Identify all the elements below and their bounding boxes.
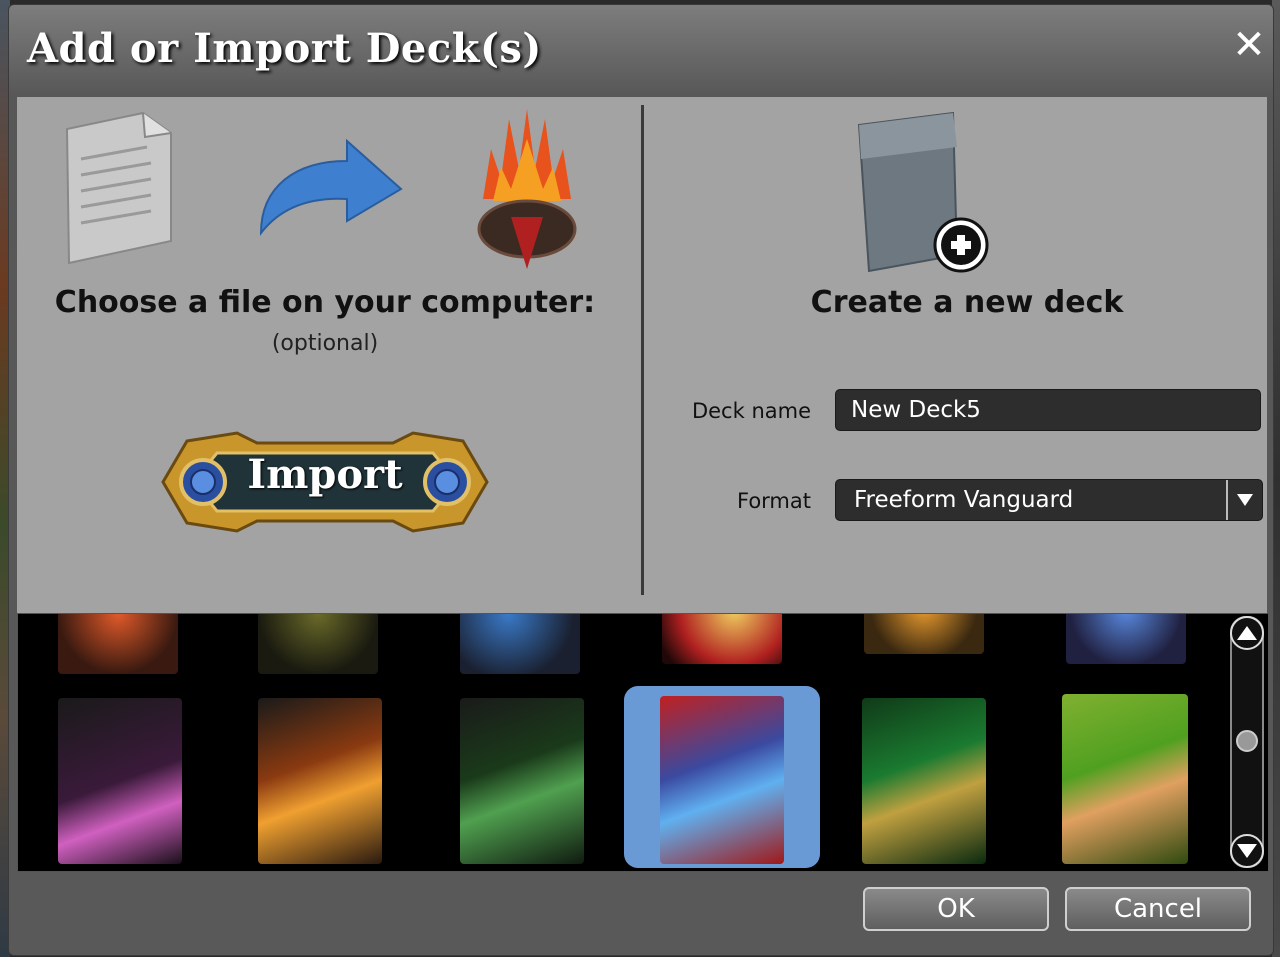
- document-icon: [65, 111, 172, 265]
- arrow-icon: [259, 138, 403, 236]
- deck-box-option[interactable]: [58, 698, 182, 864]
- dialog-title: Add or Import Deck(s): [27, 25, 542, 72]
- deck-box-option[interactable]: [460, 614, 580, 674]
- close-icon[interactable]: ✕: [1231, 25, 1267, 65]
- deck-name-label: Deck name: [691, 399, 811, 423]
- create-deck-title: Create a new deck: [810, 285, 1124, 320]
- scroll-up-button[interactable]: [1230, 616, 1264, 650]
- cancel-button[interactable]: Cancel: [1065, 887, 1251, 931]
- deck-box-option[interactable]: [1062, 694, 1188, 864]
- ok-button[interactable]: OK: [863, 887, 1049, 931]
- deck-name-input[interactable]: [835, 389, 1261, 431]
- add-import-deck-dialog: Add or Import Deck(s) ✕ Choose a file on…: [8, 4, 1274, 956]
- mtg-arena-logo-icon: [477, 109, 577, 269]
- optional-label: (optional): [271, 331, 379, 356]
- import-button[interactable]: Import: [157, 427, 493, 537]
- format-selected-value: Freeform Vanguard: [854, 487, 1074, 513]
- deck-box-option[interactable]: [258, 698, 382, 864]
- section-divider: [641, 105, 644, 595]
- choose-file-title: Choose a file on your computer:: [54, 285, 596, 320]
- import-button-label: Import: [247, 451, 403, 498]
- deck-box-option[interactable]: [460, 698, 584, 864]
- chevron-down-icon[interactable]: [1226, 480, 1262, 520]
- format-dropdown[interactable]: Freeform Vanguard: [835, 479, 1263, 521]
- deck-box-option[interactable]: [1066, 614, 1186, 664]
- deck-box-option[interactable]: [58, 614, 178, 674]
- scroll-thumb[interactable]: [1236, 730, 1258, 752]
- deck-box-option-selected[interactable]: [660, 696, 784, 864]
- deck-box-option[interactable]: [862, 698, 986, 864]
- deck-box-gallery: [17, 613, 1269, 872]
- gallery-scrollbar[interactable]: [1230, 616, 1264, 868]
- deck-box-option[interactable]: [864, 614, 984, 654]
- scroll-down-button[interactable]: [1230, 834, 1264, 868]
- deck-box-plus-icon: [857, 111, 989, 273]
- dialog-panel: Choose a file on your computer: (optiona…: [17, 97, 1267, 613]
- deck-box-option[interactable]: [258, 614, 378, 674]
- deck-box-option[interactable]: [662, 614, 782, 664]
- format-label: Format: [736, 489, 811, 513]
